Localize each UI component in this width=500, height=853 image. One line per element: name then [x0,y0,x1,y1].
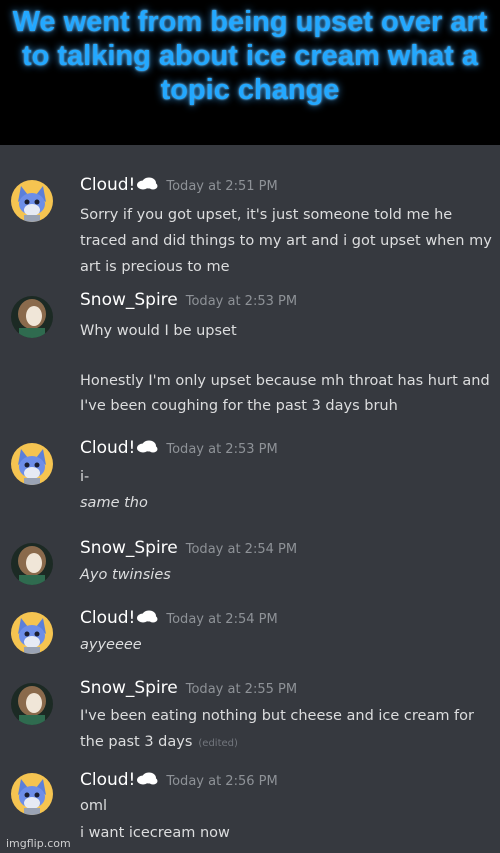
edited-label: (edited) [198,738,238,749]
message-line: the past 3 days (edited) [80,734,238,750]
cat-icon [11,612,53,654]
timestamp[interactable]: Today at 2:55 PM [186,682,297,697]
message-line: I've been eating nothing but cheese and … [80,708,474,724]
snow-spire-avatar[interactable] [11,296,53,338]
message-line: ayyeeee [80,637,142,653]
snow-spire-avatar[interactable] [11,543,53,585]
cloud-avatar[interactable] [11,773,53,815]
message-header: Cloud! Today at 2:54 PM [80,608,278,628]
cloud-avatar[interactable] [11,443,53,485]
username[interactable]: Snow_Spire [80,678,178,698]
message-header: Snow_Spire Today at 2:53 PM [80,290,297,310]
username[interactable]: Cloud! [80,770,135,790]
message-line: Sorry if you got upset, it's just someon… [80,207,453,223]
meme-caption: We went from being upset over art to tal… [12,6,488,106]
chat-panel: Cloud! Today at 2:51 PM Sorry if you got … [0,145,500,853]
message-line: Honestly I'm only upset because mh throa… [80,373,490,389]
message-line: same tho [80,495,148,511]
meme-caption-panel: We went from being upset over art to tal… [0,0,500,145]
cat-icon [11,443,53,485]
username[interactable]: Snow_Spire [80,290,178,310]
message-header: Cloud! Today at 2:51 PM [80,175,278,195]
watermark: imgflip.com [6,837,71,850]
message-line: I've been coughing for the past 3 days b… [80,398,398,414]
username[interactable]: Cloud! [80,438,135,458]
cloud-icon [136,610,158,628]
timestamp[interactable]: Today at 2:53 PM [166,442,277,457]
cat-icon [11,180,53,222]
message-text: the past 3 days [80,734,193,750]
cloud-icon [136,440,158,458]
username[interactable]: Cloud! [80,175,135,195]
message-header: Snow_Spire Today at 2:54 PM [80,538,297,558]
username[interactable]: Cloud! [80,608,135,628]
message-line: art is precious to me [80,259,230,275]
message-line: traced and did things to my art and i go… [80,233,492,249]
cloud-icon [136,772,158,790]
snow-spire-avatar[interactable] [11,683,53,725]
username[interactable]: Snow_Spire [80,538,178,558]
timestamp[interactable]: Today at 2:54 PM [186,542,297,557]
message-header: Snow_Spire Today at 2:55 PM [80,678,297,698]
timestamp[interactable]: Today at 2:53 PM [186,294,297,309]
person-icon [11,683,53,725]
message-line: i want icecream now [80,825,230,841]
person-icon [11,543,53,585]
message-header: Cloud! Today at 2:56 PM [80,770,278,790]
cloud-avatar[interactable] [11,612,53,654]
message-line: Ayo twinsies [80,567,171,583]
timestamp[interactable]: Today at 2:56 PM [166,774,277,789]
message-line: i- [80,469,90,485]
cloud-icon [136,177,158,195]
timestamp[interactable]: Today at 2:54 PM [166,612,277,627]
person-icon [11,296,53,338]
cloud-avatar[interactable] [11,180,53,222]
message-line: oml [80,798,108,814]
message-header: Cloud! Today at 2:53 PM [80,438,278,458]
cat-icon [11,773,53,815]
message-line: Why would I be upset [80,323,237,339]
timestamp[interactable]: Today at 2:51 PM [166,179,277,194]
